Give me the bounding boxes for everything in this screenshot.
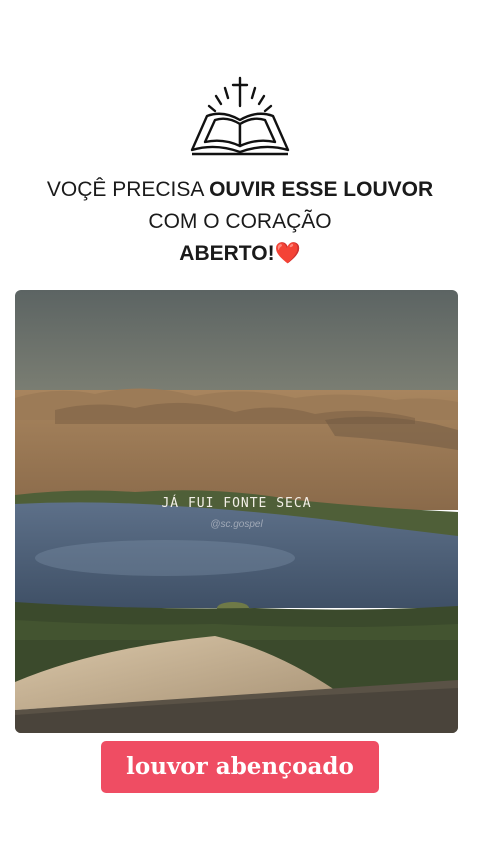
- headline-part4: ABERTO!: [179, 242, 275, 265]
- headline-part2: OUVIR ESSE LOUVOR: [209, 178, 434, 201]
- heart-emoji-icon: ❤️: [274, 242, 301, 265]
- video-caption: JÁ FUI FONTE SECA: [161, 496, 312, 511]
- headline-part3: COM O CORAÇÃO: [148, 210, 332, 233]
- video-thumbnail[interactable]: JÁ FUI FONTE SECA @sc.gospel: [15, 290, 458, 733]
- louvor-badge-button[interactable]: louvor abençoado: [101, 741, 379, 793]
- desert-oasis-image: [15, 290, 458, 733]
- headline-part1: VOÇÊ PRECISA: [46, 178, 210, 201]
- bible-cross-icon: [185, 76, 295, 158]
- watermark: @sc.gospel: [210, 519, 263, 530]
- headline-text: VOÇÊ PRECISA OUVIR ESSE LOUVOR COM O COR…: [40, 174, 440, 270]
